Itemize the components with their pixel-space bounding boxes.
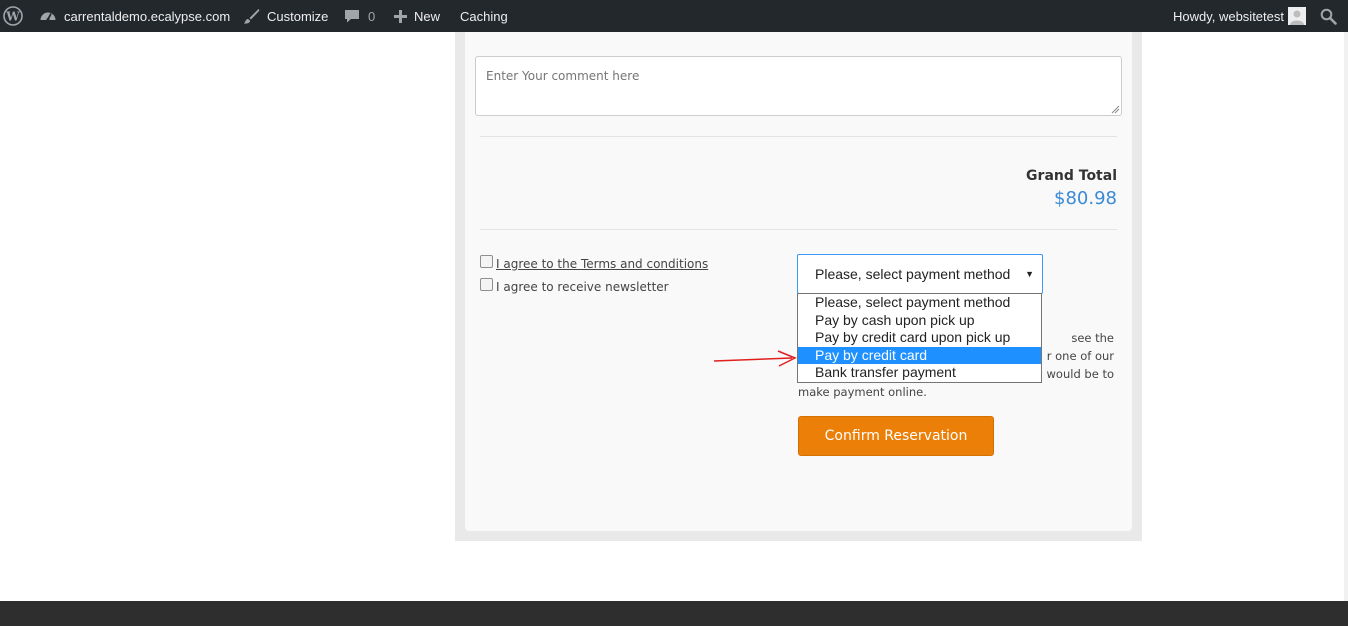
resize-grip-icon[interactable]: [1110, 104, 1120, 114]
payment-option[interactable]: Please, select payment method: [798, 294, 1041, 312]
caret-down-icon: ▼: [1025, 269, 1034, 279]
comment-heading: [481, 32, 681, 40]
comment-bubble-icon: [344, 8, 360, 24]
payment-method-dropdown[interactable]: Please, select payment method Pay by cas…: [797, 293, 1042, 383]
howdy-label: Howdy, websitetest: [1172, 8, 1284, 24]
terms-link[interactable]: I agree to the Terms and conditions: [496, 257, 708, 271]
caching-link[interactable]: Caching: [460, 0, 508, 32]
comments-link[interactable]: 0: [344, 0, 375, 32]
my-account-link[interactable]: Howdy, websitetest: [1173, 0, 1284, 32]
grand-total-value: $80.98: [1054, 188, 1117, 209]
newsletter-label: I agree to receive newsletter: [496, 280, 669, 294]
annotation-arrow-icon: [713, 350, 797, 367]
avatar[interactable]: [1288, 0, 1306, 32]
divider: [480, 229, 1117, 230]
caching-label: Caching: [460, 8, 508, 24]
customize-link[interactable]: Customize: [243, 0, 328, 32]
payment-info-line: make payment online.: [798, 385, 927, 399]
confirm-reservation-button[interactable]: Confirm Reservation: [798, 416, 994, 456]
payment-method-select[interactable]: Please, select payment method ▼: [797, 254, 1043, 294]
divider: [480, 136, 1117, 137]
site-name-link[interactable]: carrentaldemo.ecalypse.com: [39, 0, 230, 32]
newsletter-checkbox[interactable]: [480, 278, 493, 291]
payment-option[interactable]: Pay by cash upon pick up: [798, 312, 1041, 330]
paintbrush-icon: [243, 8, 260, 25]
payment-option[interactable]: Bank transfer payment: [798, 364, 1041, 382]
svg-text:W: W: [5, 10, 20, 24]
new-content-link[interactable]: New: [393, 0, 440, 32]
payment-option[interactable]: Pay by credit card upon pick up: [798, 329, 1041, 347]
customize-label: Customize: [267, 8, 329, 24]
site-name-label: carrentaldemo.ecalypse.com: [64, 8, 231, 24]
grand-total-label: Grand Total: [1026, 168, 1117, 184]
search-icon[interactable]: [1320, 0, 1337, 32]
page-scrollbar[interactable]: [1344, 32, 1348, 601]
plus-icon: [393, 9, 408, 24]
dashboard-icon: [39, 7, 57, 25]
admin-bar: W carrentaldemo.ecalypse.com Customize 0…: [0, 0, 1348, 32]
wordpress-logo-icon[interactable]: W: [3, 0, 23, 32]
payment-option-highlighted[interactable]: Pay by credit card: [798, 346, 1041, 365]
comment-textarea[interactable]: [475, 56, 1122, 116]
new-label: New: [414, 8, 441, 24]
payment-select-value: Please, select payment method: [815, 266, 1011, 282]
comments-count: 0: [368, 8, 376, 24]
terms-checkbox[interactable]: [480, 255, 493, 268]
site-footer: [0, 601, 1348, 626]
